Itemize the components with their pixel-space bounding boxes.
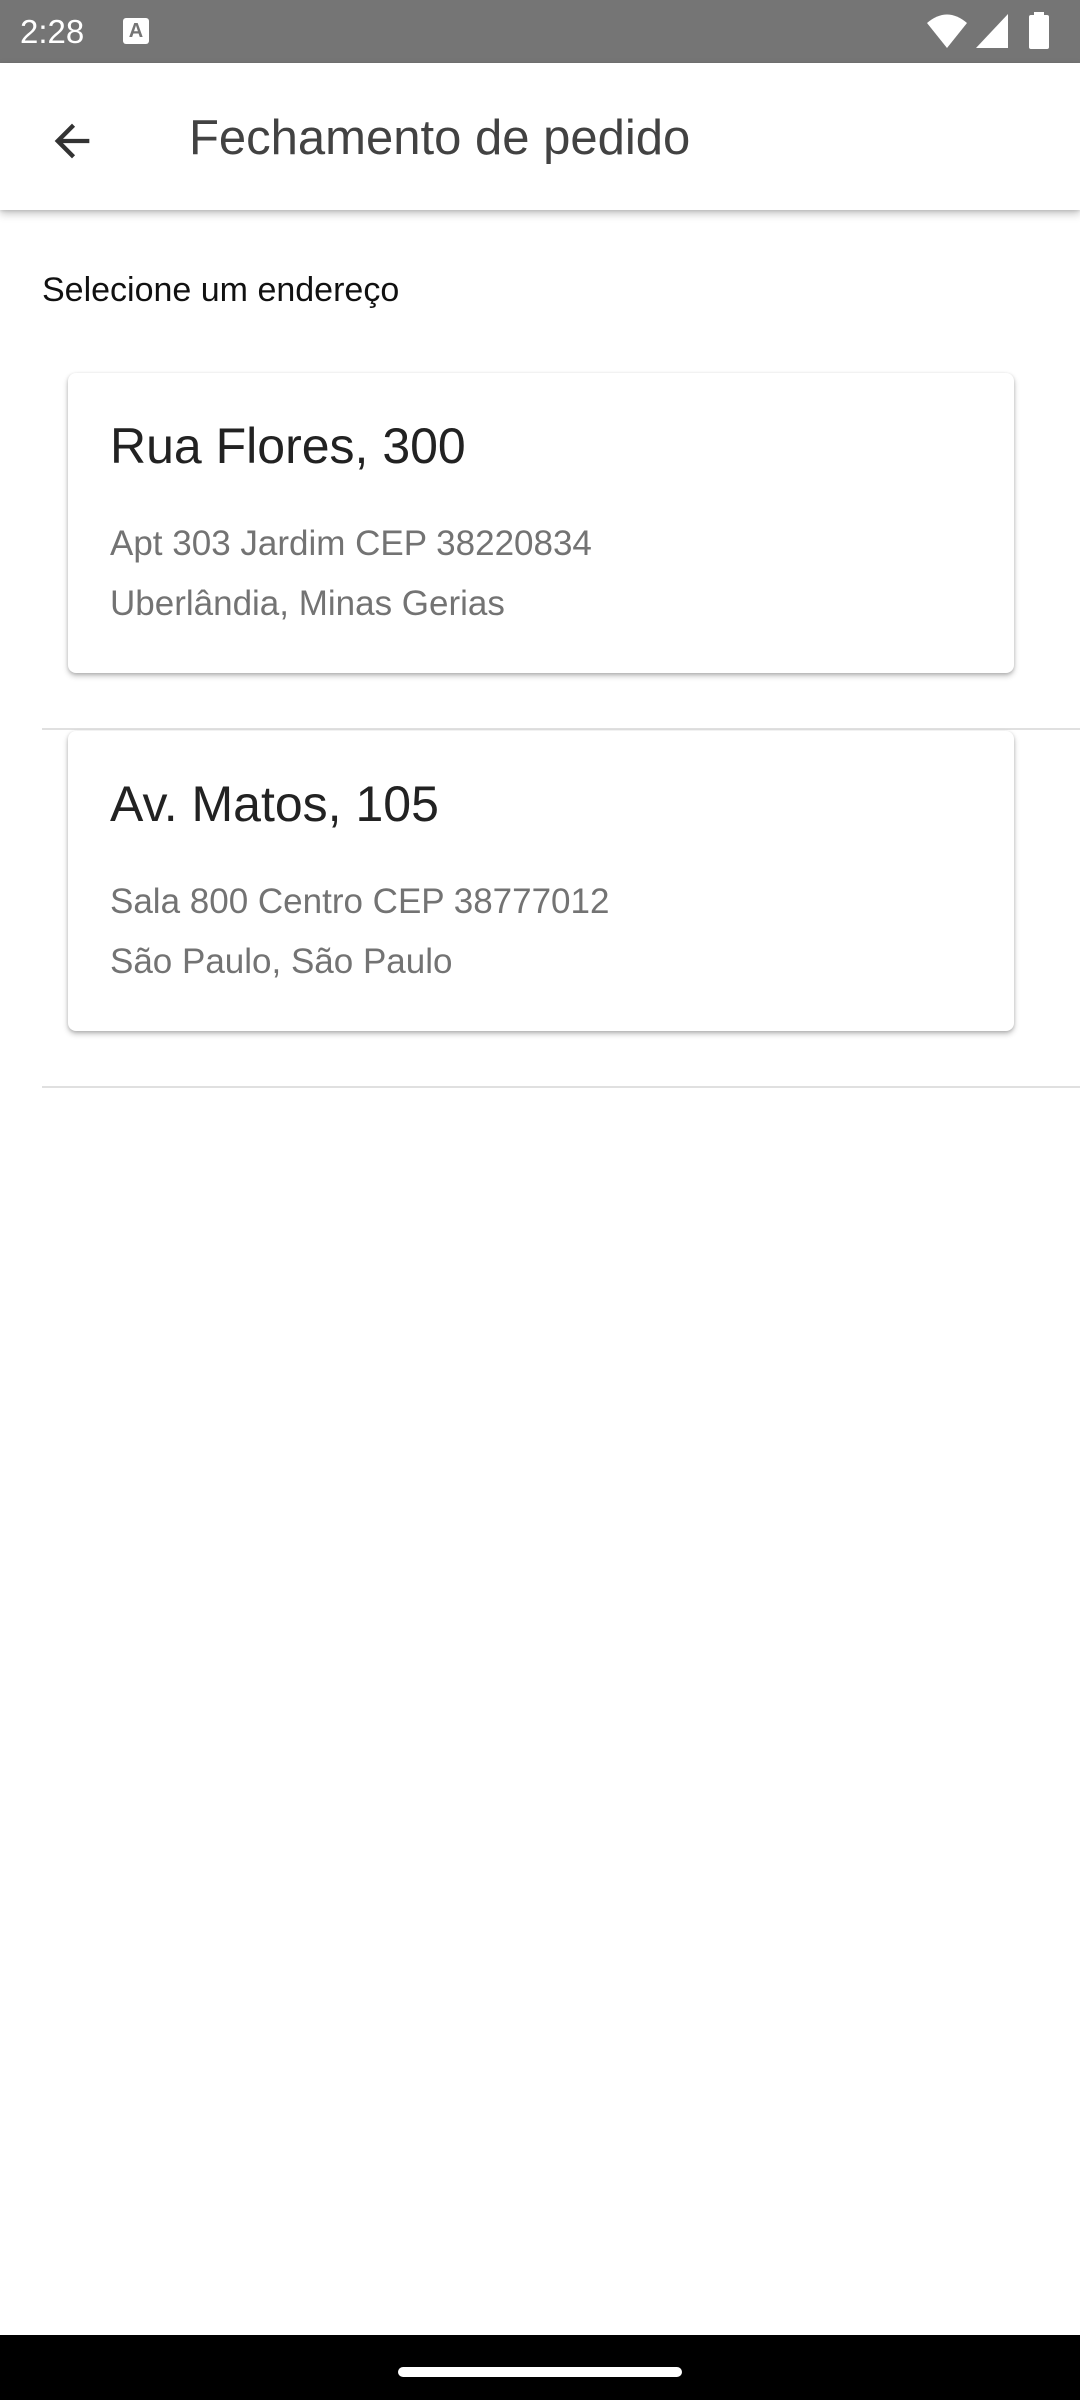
- navigation-bar: [0, 2335, 1080, 2400]
- app-bar: Fechamento de pedido: [0, 63, 1080, 210]
- home-gesture-handle[interactable]: [398, 2367, 682, 2377]
- page-title: Fechamento de pedido: [189, 111, 691, 165]
- address-card-rua-flores[interactable]: Rua Flores, 300 Apt 303 Jardim CEP 38220…: [68, 373, 1014, 673]
- status-time: 2:28: [20, 13, 85, 50]
- status-bar: 2:28 A: [0, 0, 1080, 63]
- arrow-back-icon: [54, 123, 90, 159]
- address-title: Av. Matos, 105: [110, 776, 439, 832]
- address-city: São Paulo, São Paulo: [110, 942, 453, 981]
- battery-icon: [1029, 12, 1049, 49]
- wifi-icon: [927, 14, 967, 48]
- back-button[interactable]: [32, 101, 112, 181]
- address-list-item: Av. Matos, 105 Sala 800 Centro CEP 38777…: [42, 731, 1080, 1088]
- address-details: Sala 800 Centro CEP 38777012: [110, 882, 610, 921]
- address-details: Apt 303 Jardim CEP 38220834: [110, 524, 592, 563]
- address-card-av-matos[interactable]: Av. Matos, 105 Sala 800 Centro CEP 38777…: [68, 731, 1014, 1031]
- address-city: Uberlândia, Minas Gerias: [110, 584, 505, 623]
- notification-icon: A: [123, 18, 149, 44]
- address-list-item: Rua Flores, 300 Apt 303 Jardim CEP 38220…: [42, 373, 1080, 730]
- address-title: Rua Flores, 300: [110, 418, 466, 474]
- signal-icon: [976, 14, 1008, 48]
- section-label: Selecione um endereço: [42, 271, 400, 309]
